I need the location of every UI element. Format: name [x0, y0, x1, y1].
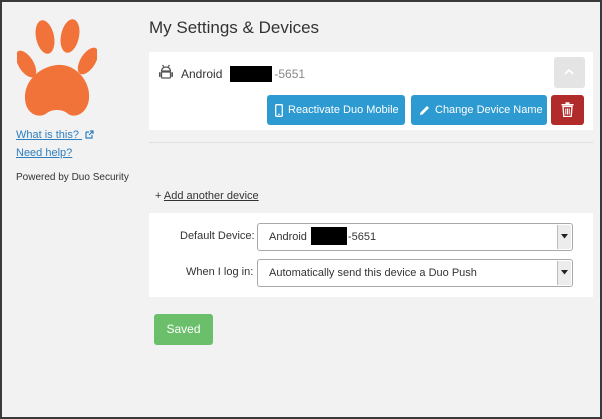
- dropdown-arrow[interactable]: [557, 225, 571, 249]
- what-is-this-link[interactable]: What is this?: [16, 129, 94, 141]
- change-device-name-label: Change Device Name: [435, 104, 543, 116]
- android-icon: [159, 64, 173, 79]
- change-device-name-button[interactable]: Change Device Name: [411, 95, 547, 125]
- when-i-log-in-label: When I log in:: [186, 266, 254, 278]
- add-another-device-label: Add another device: [163, 190, 259, 202]
- duo-settings-window: What is this? Need help? Powered by Duo …: [0, 0, 602, 419]
- powered-by-text: Powered by Duo Security: [16, 172, 129, 183]
- saved-button[interactable]: Saved: [154, 314, 213, 345]
- need-help-link[interactable]: Need help?: [16, 147, 72, 159]
- default-device-select[interactable]: Android -5651: [257, 223, 573, 251]
- redacted-phone-number: [230, 66, 273, 82]
- plus-icon: +: [155, 190, 162, 202]
- phone-icon: [275, 103, 283, 117]
- reactivate-label: Reactivate Duo Mobile: [288, 104, 399, 116]
- section-divider: [149, 142, 593, 143]
- delete-device-button[interactable]: [551, 95, 584, 125]
- chevron-down-icon: [561, 270, 568, 275]
- settings-card: Default Device: Android -5651 When I log …: [149, 213, 593, 297]
- page-title: My Settings & Devices: [149, 18, 320, 37]
- what-is-this-label: What is this?: [16, 129, 79, 141]
- dropdown-arrow[interactable]: [557, 261, 571, 285]
- external-link-icon: [85, 130, 94, 139]
- collapse-button[interactable]: [554, 57, 585, 88]
- login-action-value: Automatically send this device a Duo Pus…: [269, 267, 477, 279]
- sidebar: What is this? Need help? Powered by Duo …: [2, 2, 135, 417]
- default-device-label: Default Device:: [180, 230, 255, 242]
- device-name: Android -5651: [181, 66, 305, 82]
- reactivate-duo-mobile-button[interactable]: Reactivate Duo Mobile: [267, 95, 405, 125]
- trash-icon: [561, 102, 574, 117]
- login-action-select[interactable]: Automatically send this device a Duo Pus…: [257, 259, 573, 287]
- pencil-icon: [420, 105, 429, 115]
- paw-print-logo: [17, 19, 97, 116]
- redacted-phone-number: [310, 227, 347, 245]
- default-device-suffix: -5651: [347, 231, 377, 243]
- device-card: Android -5651 Reactivate Duo Mobile Chang…: [149, 52, 593, 130]
- chevron-up-icon: [564, 69, 574, 75]
- add-another-device-link[interactable]: + Add another device: [155, 190, 259, 202]
- default-device-value: Android: [269, 231, 307, 243]
- chevron-down-icon: [561, 234, 568, 239]
- device-name-text: Android: [181, 67, 223, 81]
- phone-suffix: -5651: [274, 67, 306, 81]
